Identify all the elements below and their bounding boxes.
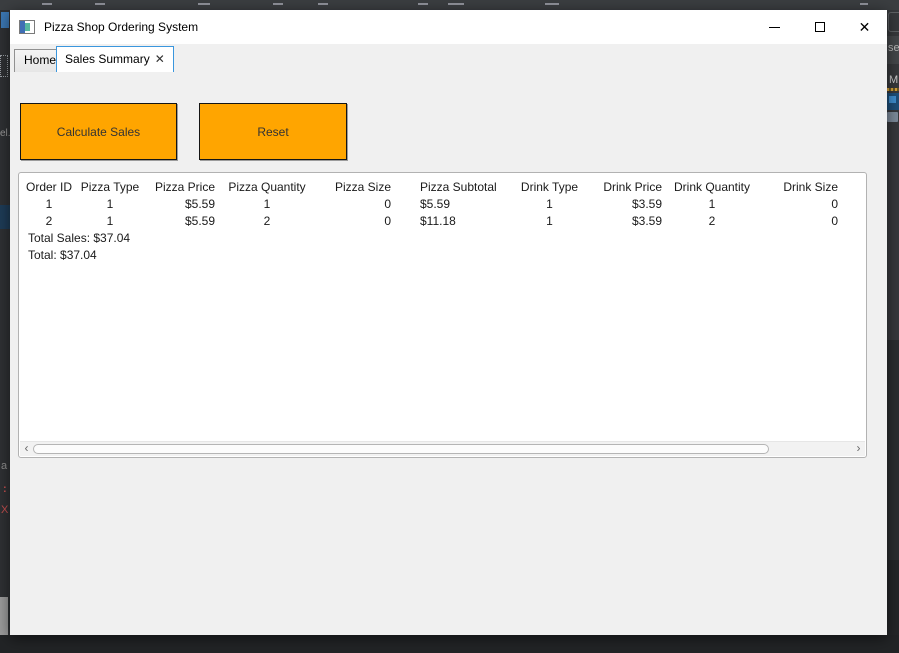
column-header: Pizza Type	[80, 180, 140, 194]
app-window-icon	[19, 20, 35, 34]
ide-toolbar-fragment	[0, 0, 899, 10]
minimize-icon	[769, 26, 780, 28]
scroll-left-arrow-icon[interactable]: ‹	[20, 442, 33, 456]
ide-text-fragment: el.	[0, 128, 11, 139]
tab-sales-summary-label: Sales Summary	[65, 52, 150, 66]
cell-drink-size: 0	[831, 214, 838, 228]
toolbar-fragment	[42, 3, 52, 5]
ide-text-fragment: se	[888, 42, 899, 54]
column-header: Pizza Price	[154, 180, 215, 194]
toolbar-fragment	[273, 3, 283, 5]
cell-pizza-price: $5.59	[184, 214, 215, 228]
sales-table: Order ID Pizza Type Pizza Price Pizza Qu…	[19, 179, 840, 230]
cell-drink-price: $3.59	[631, 197, 662, 211]
toolbar-fragment	[545, 3, 559, 5]
cell-drink-type: 1	[546, 197, 553, 211]
ide-error-text-fragment: :	[3, 483, 7, 495]
horizontal-scrollbar[interactable]: ‹ ›	[20, 441, 865, 456]
table-row[interactable]: 1 1 $5.59 1 0 $5.59 1 $3.59 1 0	[19, 196, 840, 213]
column-header: Drink Size	[783, 180, 838, 194]
calculate-sales-button[interactable]: Calculate Sales	[20, 103, 177, 160]
cell-drink-price: $3.59	[631, 214, 662, 228]
column-header: Order ID	[25, 180, 72, 194]
cell-pizza-type: 1	[106, 197, 114, 211]
table-row[interactable]: 2 1 $5.59 2 0 $11.18 1 $3.59 2 0	[19, 213, 840, 230]
table-header-row: Order ID Pizza Type Pizza Price Pizza Qu…	[19, 179, 840, 196]
toolbar-fragment	[860, 3, 868, 5]
column-header: Drink Type	[520, 180, 579, 194]
ide-button-fragment	[888, 12, 899, 32]
column-header: Pizza Quantity	[228, 180, 306, 194]
total-line: Total: $37.04	[28, 248, 97, 262]
toolbar-fragment	[318, 3, 328, 5]
desktop-background: el. a : X se M Pizza Shop Ordering Syste…	[0, 0, 899, 653]
column-header: Drink Quantity	[673, 180, 751, 194]
toolbar-fragment	[198, 3, 210, 5]
ide-error-text-fragment: X	[1, 504, 9, 516]
column-header: Pizza Subtotal	[420, 180, 497, 194]
cell-order-id: 1	[45, 197, 53, 211]
toolbar-fragment	[95, 3, 105, 5]
cell-pizza-size: 0	[384, 214, 391, 228]
ide-bottom-panel-fragment	[0, 635, 899, 653]
toolbar-fragment	[418, 3, 428, 5]
cell-pizza-quantity: 2	[263, 214, 271, 228]
tab-strip: Home Sales Summary ✕	[10, 44, 887, 72]
folder-icon	[887, 112, 898, 122]
cell-drink-type: 1	[546, 214, 553, 228]
cell-pizza-price: $5.59	[184, 197, 215, 211]
minimize-button[interactable]	[752, 10, 797, 44]
reset-button[interactable]: Reset	[199, 103, 347, 160]
ide-icon-fragment	[0, 55, 8, 77]
window-controls: ✕	[752, 10, 887, 44]
column-header: Drink Price	[603, 180, 662, 194]
column-header: Pizza Size	[334, 180, 391, 194]
app-icon-teal-bar	[25, 23, 30, 31]
ide-branch-icon-fragment	[887, 88, 899, 91]
cell-drink-quantity: 1	[708, 197, 716, 211]
scrollbar-thumb[interactable]	[33, 444, 769, 454]
cell-drink-size: 0	[831, 197, 838, 211]
ide-panel-fragment	[887, 340, 899, 560]
toolbar-fragment	[448, 3, 464, 5]
ide-icon-fragment	[1, 12, 9, 28]
ide-solution-explorer-fragment: se M	[887, 10, 899, 653]
cell-pizza-subtotal: $5.59	[420, 197, 451, 211]
total-sales-line: Total Sales: $37.04	[28, 231, 131, 245]
ide-class-icon-fragment	[887, 93, 899, 110]
tab-close-icon[interactable]: ✕	[155, 47, 165, 71]
cell-order-id: 2	[45, 214, 53, 228]
cell-drink-quantity: 2	[708, 214, 716, 228]
window-title: Pizza Shop Ordering System	[44, 20, 199, 34]
maximize-icon	[814, 22, 825, 32]
ide-left-panel-fragment: el. a : X	[0, 10, 11, 653]
cell-pizza-subtotal: $11.18	[420, 214, 456, 228]
cell-pizza-type: 1	[106, 214, 114, 228]
cell-pizza-quantity: 1	[263, 197, 271, 211]
maximize-button[interactable]	[797, 10, 842, 44]
ide-text-fragment: M	[889, 74, 899, 86]
ide-selection-fragment	[0, 205, 10, 229]
titlebar[interactable]: Pizza Shop Ordering System ✕	[10, 10, 887, 44]
tab-sales-summary[interactable]: Sales Summary ✕	[56, 46, 174, 72]
scroll-right-arrow-icon[interactable]: ›	[852, 442, 865, 456]
close-button[interactable]: ✕	[842, 10, 887, 44]
cell-pizza-size: 0	[384, 197, 391, 211]
close-icon: ✕	[858, 19, 871, 35]
sales-summary-listbox[interactable]: Order ID Pizza Type Pizza Price Pizza Qu…	[18, 172, 867, 458]
app-window: Pizza Shop Ordering System ✕ Home Sales …	[10, 10, 887, 635]
ide-text-fragment: a	[1, 460, 8, 472]
